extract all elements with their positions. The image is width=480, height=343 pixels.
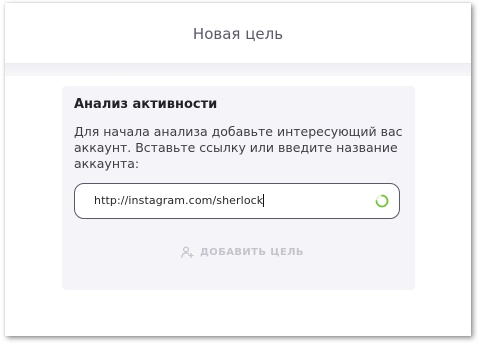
- account-url-value[interactable]: http://instagram.com/sherlock: [94, 194, 265, 207]
- card-description: Для начала анализа добавьте интересующий…: [74, 124, 403, 171]
- url-text-value: http://instagram.com/sherlock: [94, 194, 265, 207]
- header-divider-band: [5, 64, 471, 76]
- add-user-icon: [181, 246, 194, 259]
- add-target-button[interactable]: ДОБАВИТЬ ЦЕЛЬ: [180, 242, 304, 262]
- account-url-input[interactable]: http://instagram.com/sherlock: [74, 183, 400, 219]
- card-title: Анализ активности: [74, 97, 218, 112]
- activity-analysis-card: Анализ активности Для начала анализа доб…: [62, 86, 415, 290]
- page-title: Новая цель: [192, 25, 284, 43]
- dialog-window: Новая цель Анализ активности Для начала …: [5, 3, 471, 336]
- add-target-button-label: ДОБАВИТЬ ЦЕЛЬ: [200, 246, 304, 258]
- dialog-header: Новая цель: [5, 3, 471, 64]
- loading-spinner-icon: [375, 194, 389, 208]
